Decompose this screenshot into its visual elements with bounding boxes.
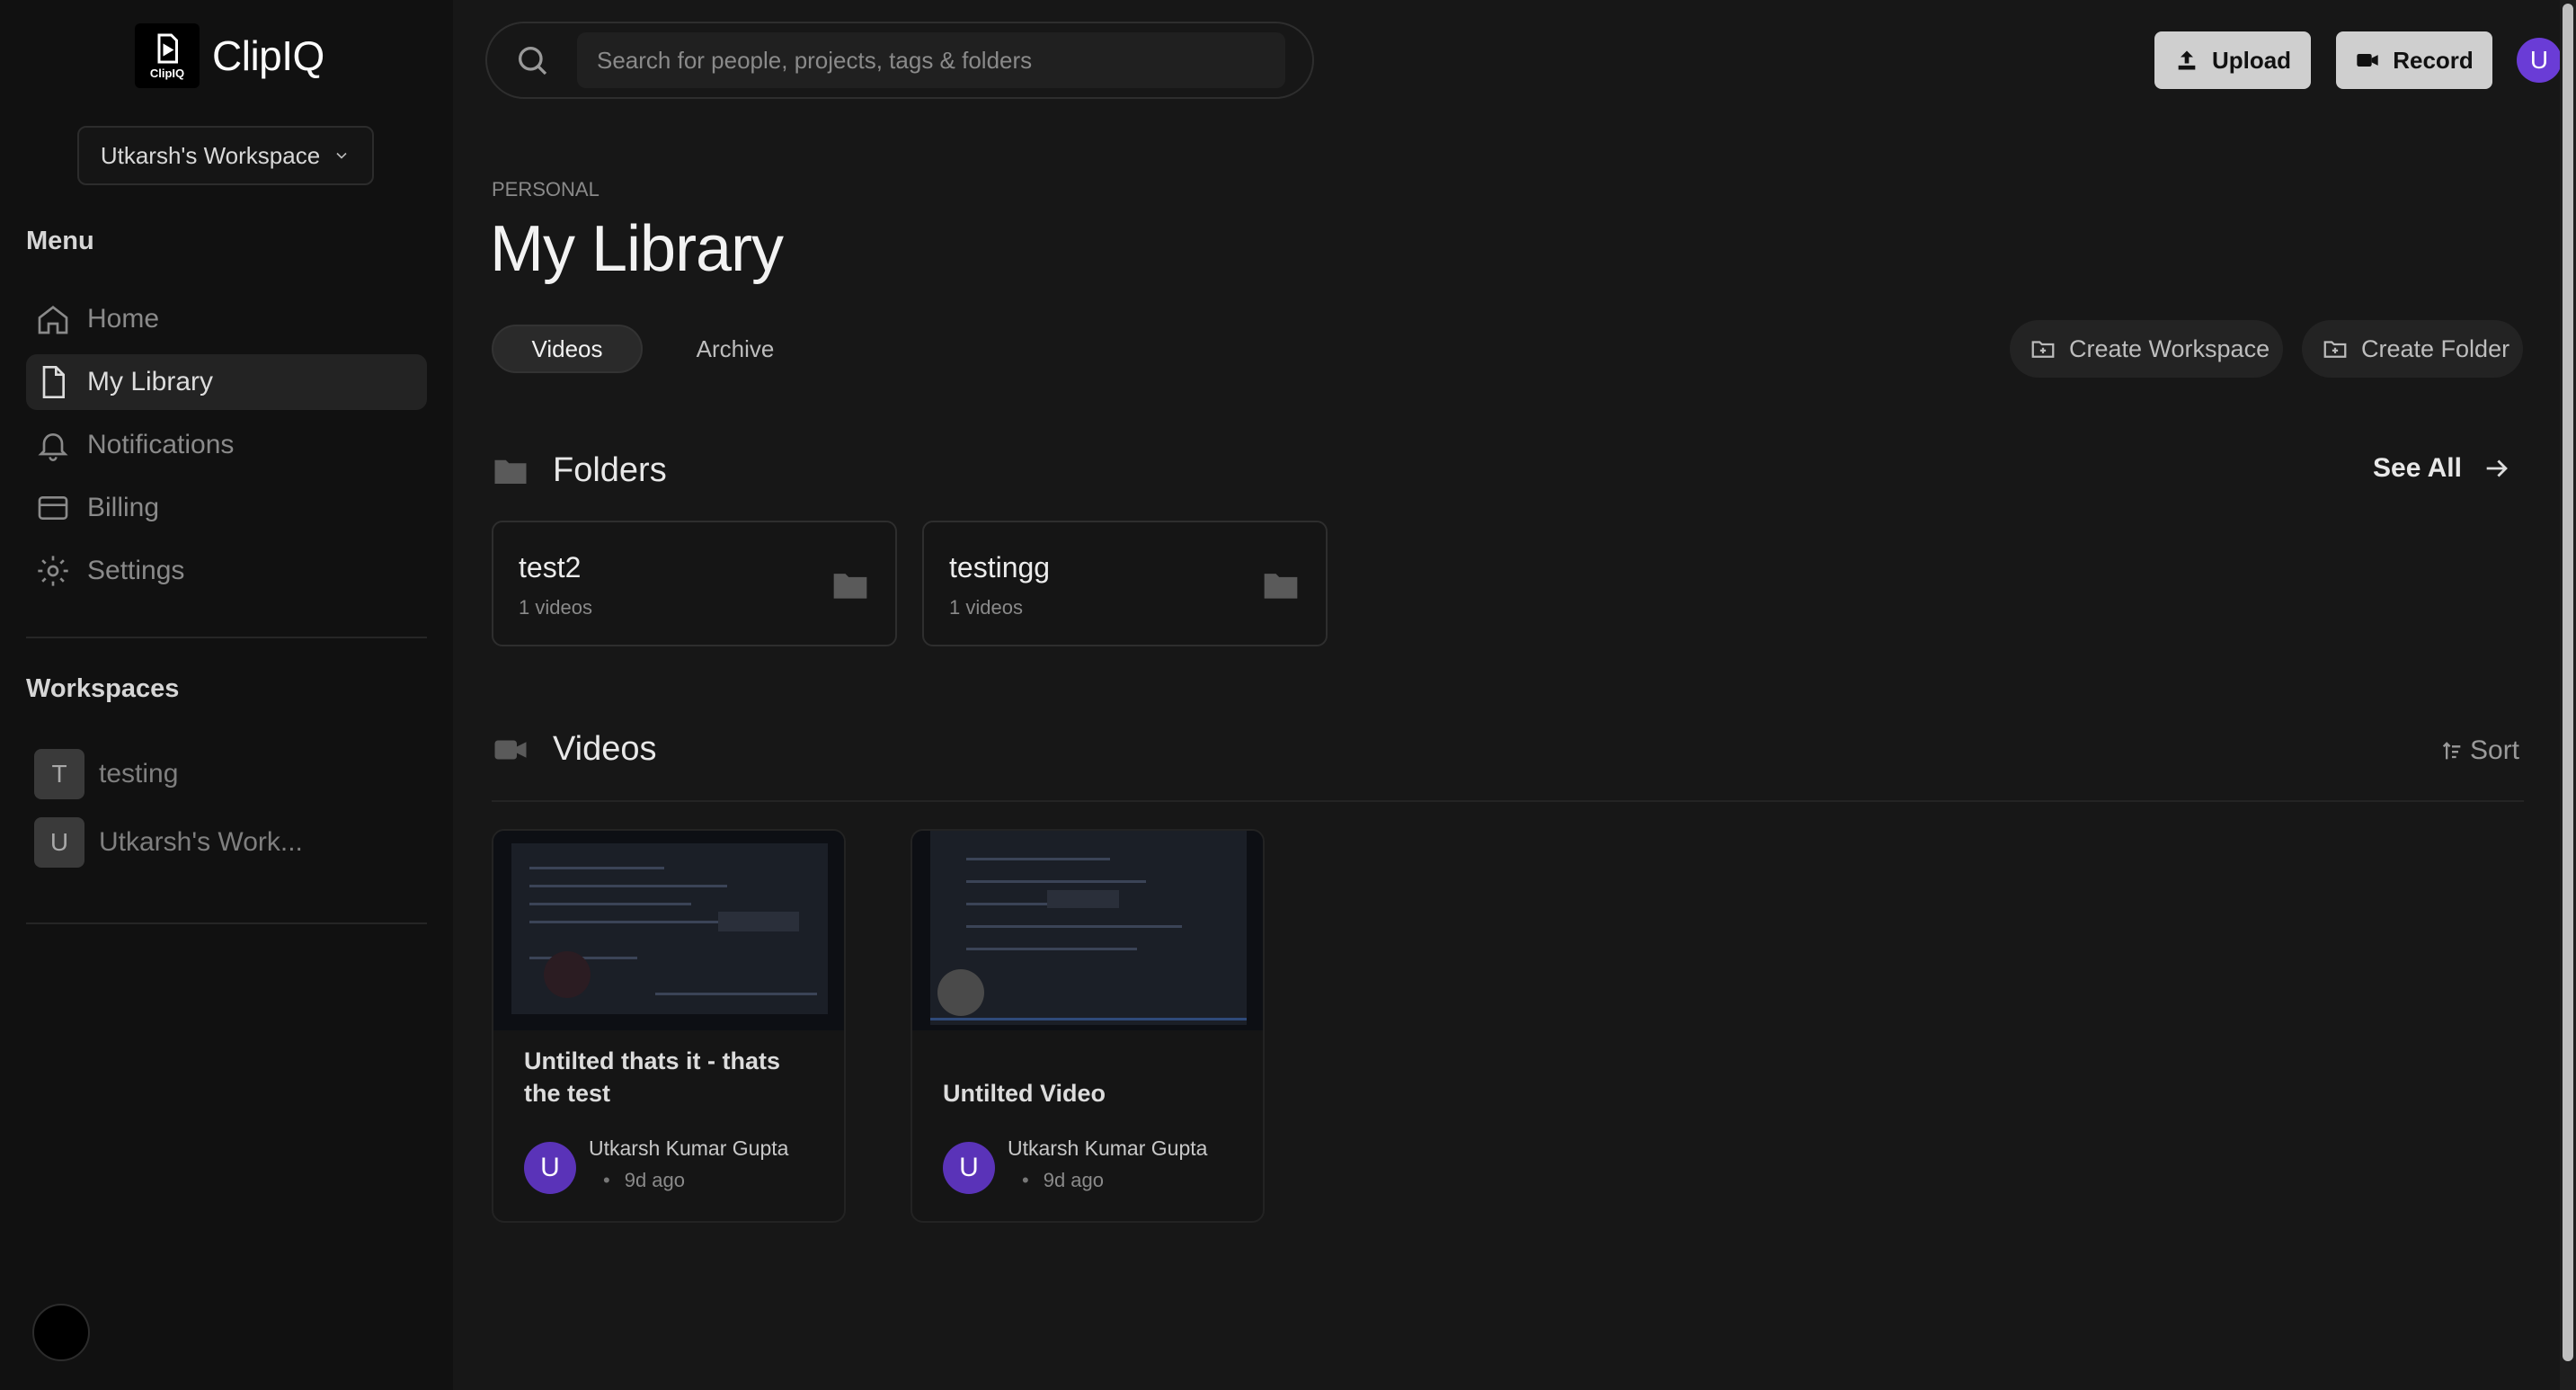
folder-icon	[1264, 574, 1298, 599]
sidebar-item-label: Settings	[87, 556, 185, 585]
user-avatar[interactable]: U	[2517, 38, 2562, 83]
folder-plus-icon	[2323, 341, 2347, 358]
search-icon	[519, 47, 547, 76]
video-card[interactable]: Untilted thats it - thats the test U Utk…	[492, 829, 846, 1223]
search-input[interactable]	[577, 32, 1285, 88]
theme-toggle-button[interactable]	[32, 1304, 90, 1361]
author-avatar: U	[943, 1142, 995, 1194]
chevron-down-icon	[336, 152, 347, 159]
author-name: Utkarsh Kumar Gupta	[1008, 1136, 1208, 1160]
search-bar	[485, 22, 1314, 99]
file-icon	[42, 366, 65, 398]
video-thumbnail[interactable]	[493, 831, 844, 1030]
arrow-right-icon	[2486, 459, 2508, 477]
tab-archive[interactable]: Archive	[665, 325, 805, 373]
folder-plus-icon	[2031, 341, 2055, 358]
video-timestamp: 9d ago	[603, 1169, 685, 1192]
record-label: Record	[2393, 46, 2474, 74]
videos-heading: Videos	[492, 730, 657, 769]
tab-videos[interactable]: Videos	[492, 325, 643, 373]
sidebar-divider	[26, 637, 427, 638]
folders-heading: Folders	[492, 451, 667, 490]
videos-heading-label: Videos	[553, 730, 657, 768]
create-folder-button[interactable]: Create Folder	[2302, 320, 2523, 378]
upload-button[interactable]: Upload	[2154, 31, 2311, 89]
video-thumbnail[interactable]	[912, 831, 1263, 1030]
webcam-bubble	[937, 969, 984, 1016]
sidebar-item-label: Billing	[87, 493, 160, 522]
brand[interactable]: ClipIQ ClipIQ	[135, 23, 324, 88]
folder-icon	[833, 574, 867, 599]
sort-label: Sort	[2470, 735, 2520, 765]
folder-name: test2	[519, 551, 582, 584]
folder-name: testingg	[949, 551, 1051, 584]
upload-label: Upload	[2211, 46, 2292, 74]
folders-heading-label: Folders	[553, 451, 667, 489]
folder-count: 1 videos	[949, 596, 1023, 619]
scrollbar-thumb[interactable]	[2563, 4, 2573, 1361]
brand-name: ClipIQ	[212, 32, 324, 79]
folder-count: 1 videos	[519, 596, 592, 619]
sidebar-item-label: My Library	[87, 367, 214, 397]
sidebar-item-settings[interactable]: Settings	[26, 543, 427, 599]
record-button[interactable]: Record	[2336, 31, 2492, 89]
menu-label: Menu	[26, 227, 94, 255]
app-root: ClipIQ ClipIQ Utkarsh's Workspace Menu H…	[0, 0, 2576, 1390]
gear-icon	[38, 556, 68, 586]
video-camera-icon	[2357, 54, 2378, 67]
workspace-selector-value: Utkarsh's Workspace	[100, 141, 321, 169]
create-folder-label: Create Folder	[2361, 334, 2510, 362]
logo-text: ClipIQ	[149, 66, 185, 80]
videos-divider	[492, 800, 2524, 802]
workspace-list: T testing U Utkarsh's Work...	[34, 748, 303, 885]
sort-icon	[2442, 742, 2461, 760]
page-eyebrow: PERSONAL	[492, 178, 600, 200]
sidebar-item-label: Home	[87, 304, 160, 334]
sidebar: ClipIQ ClipIQ Utkarsh's Workspace Menu H…	[0, 0, 453, 1390]
sidebar-nav: Home My Library Notifications Billing Se…	[26, 291, 427, 606]
video-title: Untilted Video	[943, 1080, 1106, 1107]
sidebar-item-billing[interactable]: Billing	[26, 480, 427, 536]
workspaces-label: Workspaces	[26, 674, 180, 703]
workspace-name: testing	[99, 759, 179, 789]
workspace-item-utkarsh[interactable]: U Utkarsh's Work...	[34, 816, 303, 869]
video-title: Untilted thats it - thats the test	[524, 1047, 780, 1107]
see-all-link[interactable]: See All	[2373, 453, 2512, 484]
bell-icon	[38, 433, 68, 461]
workspace-avatar: U	[34, 817, 84, 868]
create-workspace-button[interactable]: Create Workspace	[2010, 320, 2283, 378]
credit-card-icon	[38, 496, 68, 520]
folder-card[interactable]: testingg 1 videos	[922, 521, 1328, 646]
workspace-selector[interactable]: Utkarsh's Workspace	[77, 126, 374, 185]
video-timestamp: 9d ago	[1022, 1169, 1104, 1192]
home-icon	[38, 305, 68, 334]
sidebar-item-notifications[interactable]: Notifications	[26, 417, 427, 473]
see-all-label: See All	[2373, 453, 2462, 483]
author-name: Utkarsh Kumar Gupta	[589, 1136, 789, 1160]
sidebar-item-home[interactable]: Home	[26, 291, 427, 347]
page-title: My Library	[490, 213, 784, 285]
video-camera-icon	[494, 740, 527, 759]
clipiq-logo-icon: ClipIQ	[135, 23, 200, 88]
workspace-item-testing[interactable]: T testing	[34, 748, 303, 800]
author-avatar: U	[524, 1142, 576, 1194]
webcam-bubble	[544, 951, 591, 998]
workspace-name: Utkarsh's Work...	[99, 827, 303, 857]
upload-icon	[2178, 50, 2196, 70]
workspace-avatar: T	[34, 749, 84, 799]
sidebar-item-my-library[interactable]: My Library	[26, 354, 427, 410]
folder-icon	[494, 459, 527, 484]
video-card[interactable]: Untilted Video U Utkarsh Kumar Gupta 9d …	[910, 829, 1265, 1223]
create-workspace-label: Create Workspace	[2069, 334, 2270, 362]
sidebar-item-label: Notifications	[87, 430, 235, 459]
sidebar-divider	[26, 922, 427, 924]
folder-card[interactable]: test2 1 videos	[492, 521, 897, 646]
sort-button[interactable]: Sort	[2439, 735, 2519, 766]
